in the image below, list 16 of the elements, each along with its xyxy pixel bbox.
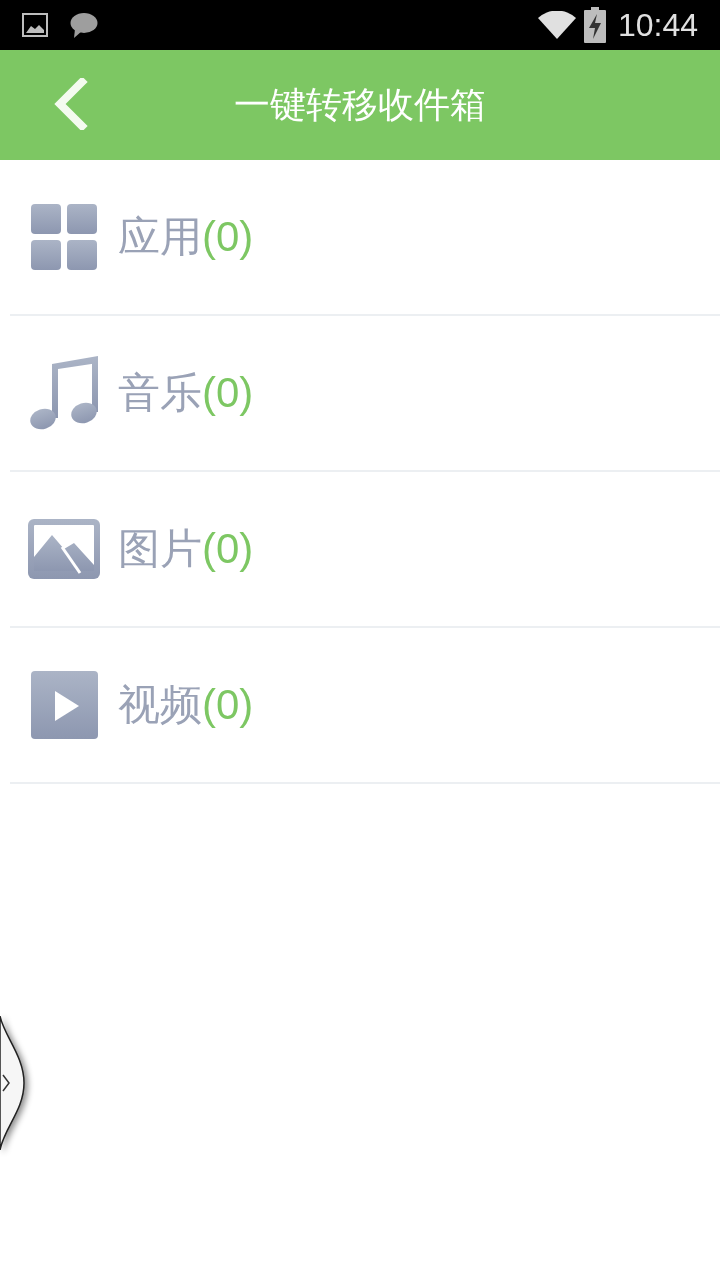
chevron-left-icon (52, 78, 88, 130)
status-time: 10:44 (617, 9, 698, 41)
music-note-icon (29, 356, 99, 430)
message-icon (70, 12, 98, 38)
chevron-right-icon (2, 1074, 10, 1092)
category-item[interactable]: 图片(0) (28, 519, 254, 579)
image-icon (22, 13, 48, 37)
wifi-icon (537, 11, 576, 39)
category-item[interactable]: 应用(0) (28, 204, 254, 270)
category-item[interactable]: 视频(0) (28, 671, 254, 739)
grid-icon (31, 204, 97, 270)
play-icon (30, 671, 98, 739)
category-item[interactable]: 音乐(0) (28, 356, 254, 430)
battery-charging-icon (583, 7, 606, 43)
picture-icon (28, 519, 100, 579)
page-title: 一键转移收件箱 (234, 87, 486, 123)
